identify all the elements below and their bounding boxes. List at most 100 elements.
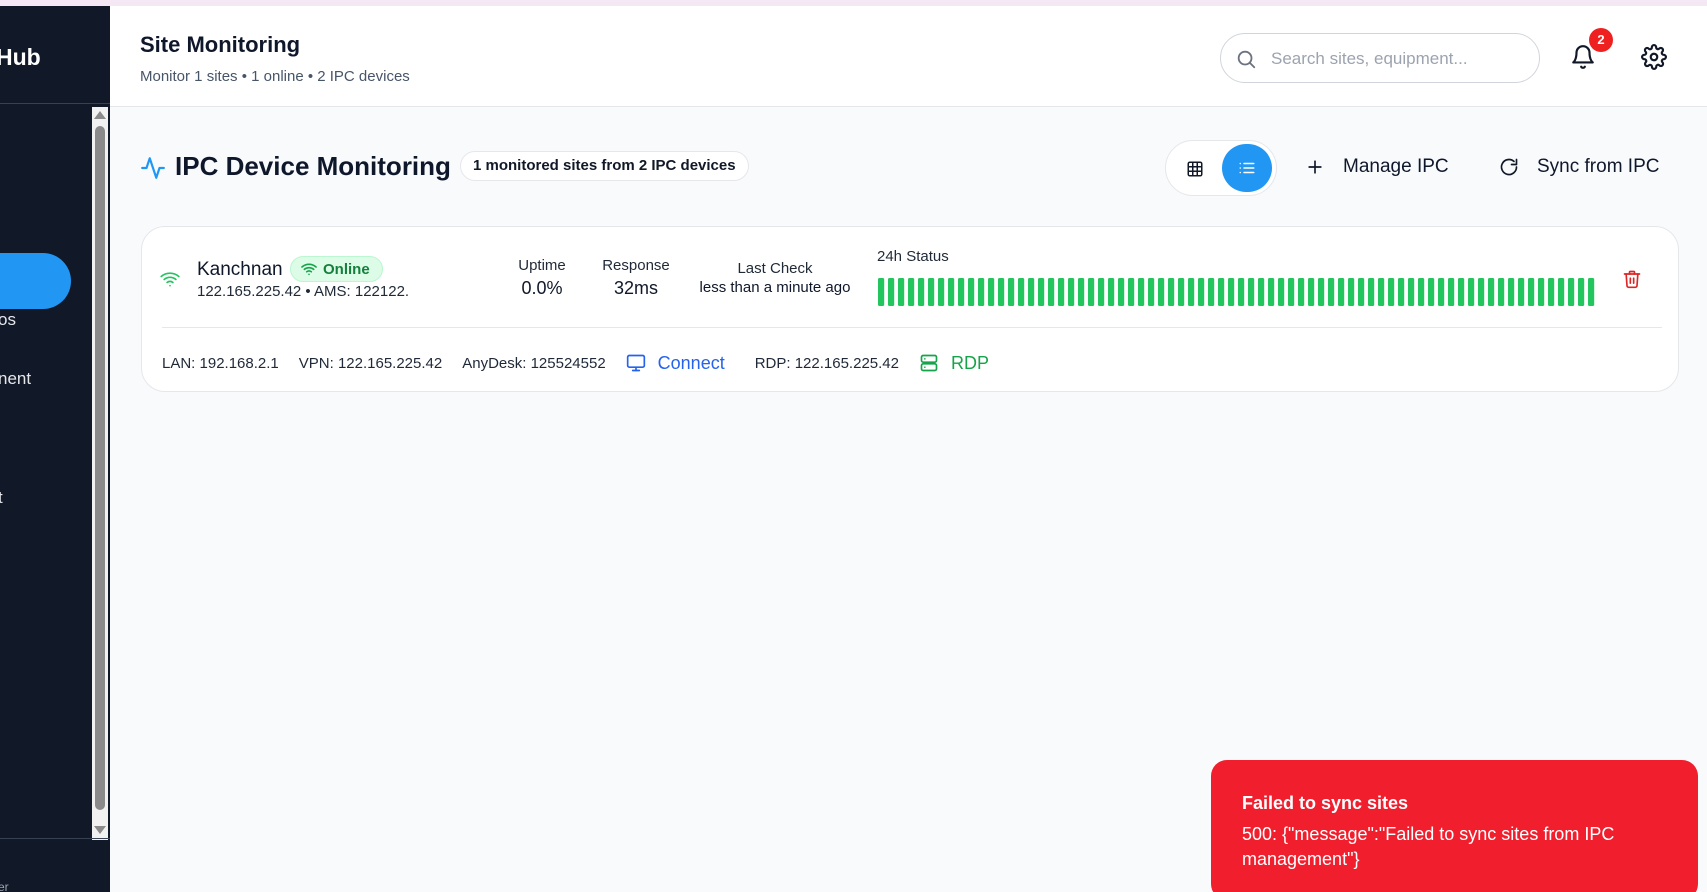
status-bar	[1098, 278, 1105, 306]
status-bar	[1048, 278, 1055, 306]
uptime-label: Uptime	[518, 257, 566, 274]
search-input[interactable]	[1271, 44, 1521, 74]
wifi-icon	[301, 263, 317, 276]
status-bar	[978, 278, 985, 306]
monitor-icon	[626, 354, 645, 372]
lan-address: LAN: 192.168.2.1	[162, 354, 279, 372]
status-bar	[1208, 278, 1215, 306]
status-bar	[1338, 278, 1345, 306]
sidebar-item-1[interactable]: os	[0, 310, 16, 330]
status-bar	[1188, 278, 1195, 306]
status-bar	[918, 278, 925, 306]
monitored-sites-badge: 1 monitored sites from 2 IPC devices	[460, 151, 749, 181]
list-icon	[1239, 162, 1255, 174]
toast-title: Failed to sync sites	[1242, 793, 1409, 813]
scroll-up-arrow-icon[interactable]	[94, 111, 106, 119]
status-bar	[1318, 278, 1325, 306]
status-bar	[1298, 278, 1305, 306]
status-bar	[1508, 278, 1515, 306]
connection-details: LAN: 192.168.2.1 VPN: 122.165.225.42 Any…	[162, 350, 989, 376]
search-box[interactable]	[1220, 33, 1540, 83]
status-bar	[938, 278, 945, 306]
toast-message: 500: {"message":"Failed to sync sites fr…	[1242, 824, 1615, 869]
status-bar	[1388, 278, 1395, 306]
status-bar	[1488, 278, 1495, 306]
last-check-stat: Last Check less than a minute ago	[695, 260, 855, 296]
sidebar-footer-text: er	[0, 880, 9, 892]
notification-badge: 2	[1589, 28, 1613, 52]
status-bar	[988, 278, 995, 306]
status-bar	[1328, 278, 1335, 306]
status-bar	[1558, 278, 1565, 306]
status-bar	[1358, 278, 1365, 306]
status-bar	[1308, 278, 1315, 306]
status-bar	[1068, 278, 1075, 306]
status-history-label: 24h Status	[877, 248, 949, 265]
status-bar	[1268, 278, 1275, 306]
anydesk-connect-button[interactable]: Connect	[626, 353, 725, 374]
status-bar	[968, 278, 975, 306]
status-bar	[1368, 278, 1375, 306]
manage-ipc-label: Manage IPC	[1343, 156, 1449, 177]
status-bar	[1158, 278, 1165, 306]
manage-ipc-button[interactable]: Manage IPC	[1305, 149, 1449, 185]
last-check-label: Last Check	[737, 260, 813, 277]
gear-icon[interactable]	[1641, 44, 1667, 70]
brand-title: Hub	[0, 44, 41, 70]
status-bar	[1148, 278, 1155, 306]
status-bar	[1568, 278, 1575, 306]
response-label: Response	[602, 257, 670, 274]
status-bar	[908, 278, 915, 306]
site-card: Kanchnan Online 122.165.225.42 • AMS: 12…	[141, 226, 1679, 392]
scroll-down-arrow-icon[interactable]	[94, 826, 106, 834]
connect-label: Connect	[657, 352, 725, 373]
status-bar	[1588, 278, 1595, 306]
refresh-icon	[1500, 158, 1518, 176]
page-title: Site Monitoring	[140, 32, 301, 57]
status-bar	[1478, 278, 1485, 306]
status-bar	[1178, 278, 1185, 306]
status-bar	[998, 278, 1005, 306]
sidebar-footer-divider	[0, 838, 110, 839]
sidebar-item-3[interactable]: t	[0, 488, 3, 508]
anydesk-id: AnyDesk: 125524552	[462, 354, 606, 372]
grid-view-button[interactable]	[1180, 154, 1210, 184]
status-bar	[1528, 278, 1535, 306]
status-bar	[1168, 278, 1175, 306]
rdp-label: RDP	[950, 352, 989, 373]
status-bar	[1428, 278, 1435, 306]
status-bar	[1258, 278, 1265, 306]
status-bar	[1248, 278, 1255, 306]
status-bar	[1218, 278, 1225, 306]
status-bar	[1408, 278, 1415, 306]
list-view-button[interactable]	[1222, 144, 1272, 192]
status-bar	[1028, 278, 1035, 306]
sync-from-ipc-button[interactable]: Sync from IPC	[1499, 149, 1659, 185]
vpn-address: VPN: 122.165.225.42	[298, 354, 443, 372]
status-bar	[1088, 278, 1095, 306]
status-bar	[878, 278, 885, 306]
status-bar	[1538, 278, 1545, 306]
response-stat: Response 32ms	[595, 257, 677, 299]
response-value: 32ms	[613, 278, 658, 298]
sidebar-item-active[interactable]	[0, 253, 71, 309]
status-bar	[1468, 278, 1475, 306]
trash-icon[interactable]	[1622, 268, 1642, 290]
server-icon	[920, 354, 938, 372]
error-toast[interactable]: Failed to sync sites 500: {"message":"Fa…	[1211, 760, 1698, 892]
page-header: Site Monitoring Monitor 1 sites • 1 onli…	[110, 6, 1707, 107]
status-bar	[1118, 278, 1125, 306]
sidebar: Hub os nent t er	[0, 6, 110, 892]
status-bar	[1138, 278, 1145, 306]
rdp-button[interactable]: RDP	[919, 353, 989, 374]
status-bar	[888, 278, 895, 306]
sidebar-scroll-thumb[interactable]	[95, 126, 105, 810]
status-bar	[898, 278, 905, 306]
uptime-value: 0.0%	[521, 278, 563, 298]
wifi-icon	[160, 272, 180, 287]
status-bar	[1578, 278, 1585, 306]
status-bar	[1058, 278, 1065, 306]
site-address: 122.165.225.42 • AMS: 122122.	[197, 283, 410, 300]
status-badge: Online	[290, 256, 383, 282]
sidebar-item-2[interactable]: nent	[0, 369, 31, 389]
